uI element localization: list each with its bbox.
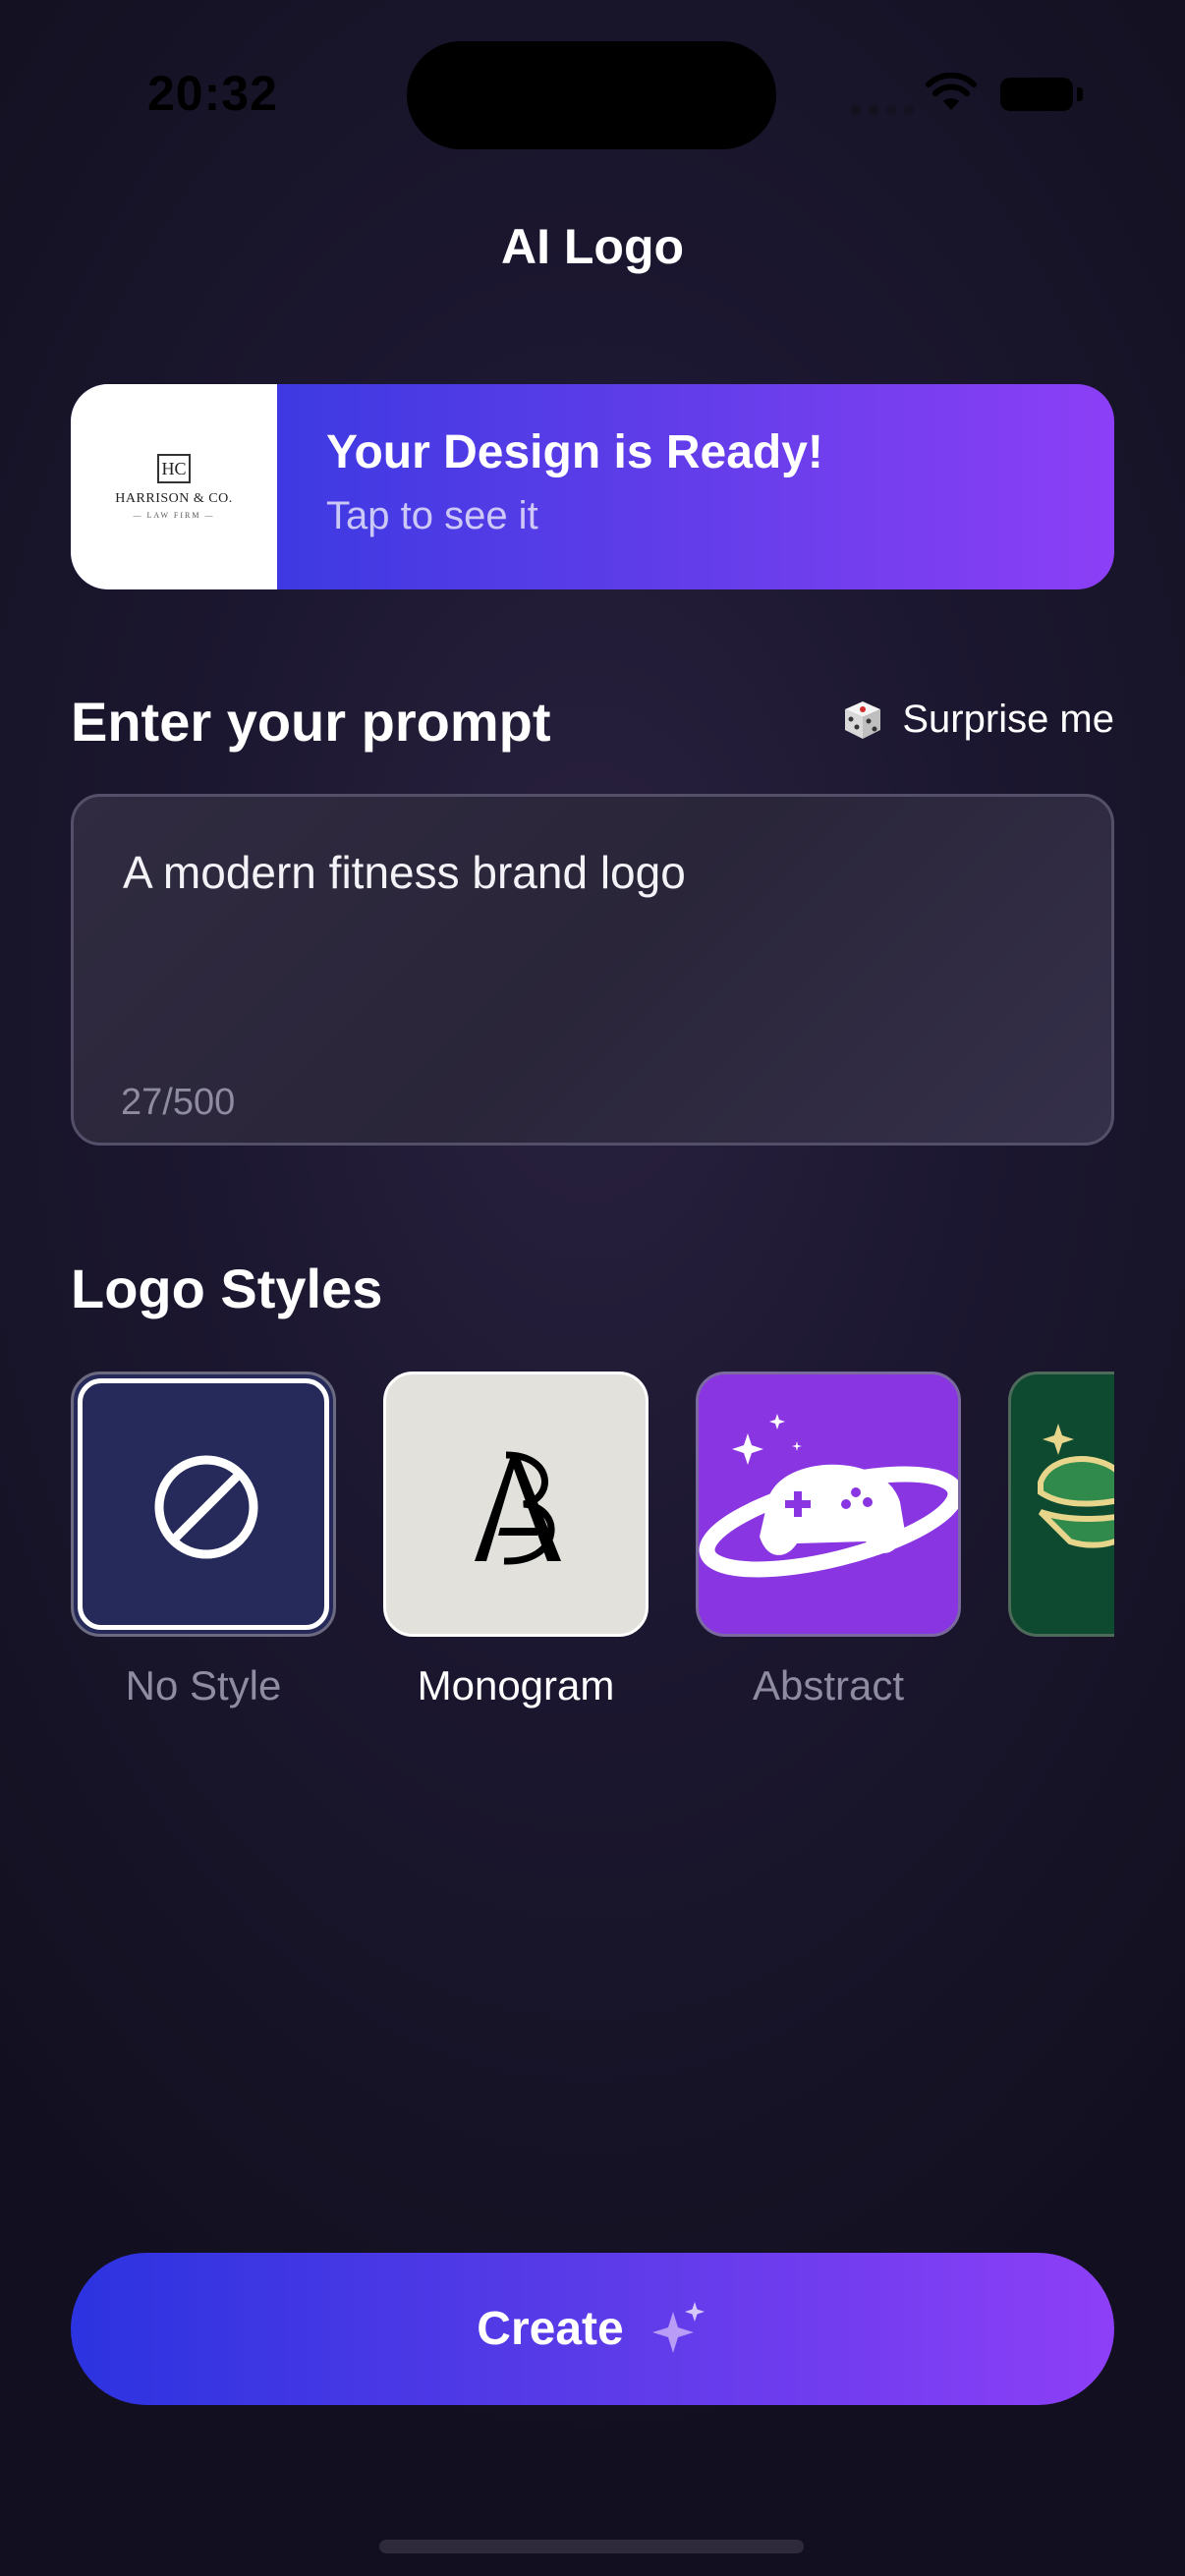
banner-title: Your Design is Ready! [326, 426, 823, 478]
battery-cap [1077, 87, 1083, 101]
sparkles-icon [651, 2301, 705, 2353]
banner-thumbnail: HC HARRISON & CO. — LAW FIRM — [71, 384, 277, 589]
style-mascot[interactable]: Ma [1008, 1372, 1114, 1709]
character-counter: 27/500 [121, 1082, 236, 1123]
styles-section-title: Logo Styles [71, 1258, 383, 1319]
page-title: AI Logo [500, 219, 685, 274]
status-time: 20:32 [147, 66, 278, 121]
style-tile-abstract [696, 1372, 961, 1637]
style-no-style[interactable]: No Style [71, 1372, 336, 1709]
style-tile-monogram [383, 1372, 649, 1637]
prompt-section-title: Enter your prompt [71, 691, 551, 753]
dynamic-island [407, 41, 776, 149]
planet-gamepad-icon [699, 1414, 958, 1578]
style-monogram[interactable]: Monogram [383, 1372, 649, 1709]
prompt-input[interactable]: A modern fitness brand logo 27/500 [71, 794, 1114, 1146]
style-label-monogram: Monogram [417, 1662, 615, 1708]
home-indicator [379, 2540, 804, 2553]
style-label-abstract: Abstract [752, 1662, 905, 1708]
no-style-icon [154, 1455, 258, 1559]
banner-subtitle: Tap to see it [326, 494, 538, 537]
style-label-mascot: Ma [1008, 1662, 1114, 1709]
prompt-text[interactable]: A modern fitness brand logo [123, 846, 686, 899]
dice-icon [845, 701, 881, 739]
styles-carousel[interactable]: No Style Monogram Abstract [71, 1372, 1114, 1725]
create-button[interactable]: Create [71, 2253, 1114, 2405]
style-tile-no-style [71, 1372, 336, 1637]
monogram-icon [475, 1451, 561, 1565]
thumbnail-tagline: — LAW FIRM — [133, 511, 215, 520]
wifi-icon [926, 73, 977, 110]
style-label-no-style: No Style [125, 1662, 282, 1708]
design-ready-banner[interactable]: HC HARRISON & CO. — LAW FIRM — Your Desi… [71, 384, 1114, 589]
style-tile-mascot [1008, 1372, 1114, 1637]
surprise-me-label: Surprise me [902, 697, 1114, 741]
crocodile-mascot-icon [1038, 1424, 1114, 1548]
create-button-label: Create [477, 2303, 624, 2355]
style-abstract[interactable]: Abstract [696, 1372, 961, 1709]
signal-icon [851, 105, 914, 115]
battery-icon [1000, 78, 1073, 111]
surprise-me-button[interactable]: Surprise me [839, 696, 1114, 743]
thumbnail-name: HARRISON & CO. [115, 491, 233, 506]
thumbnail-mark: HC [157, 454, 191, 483]
